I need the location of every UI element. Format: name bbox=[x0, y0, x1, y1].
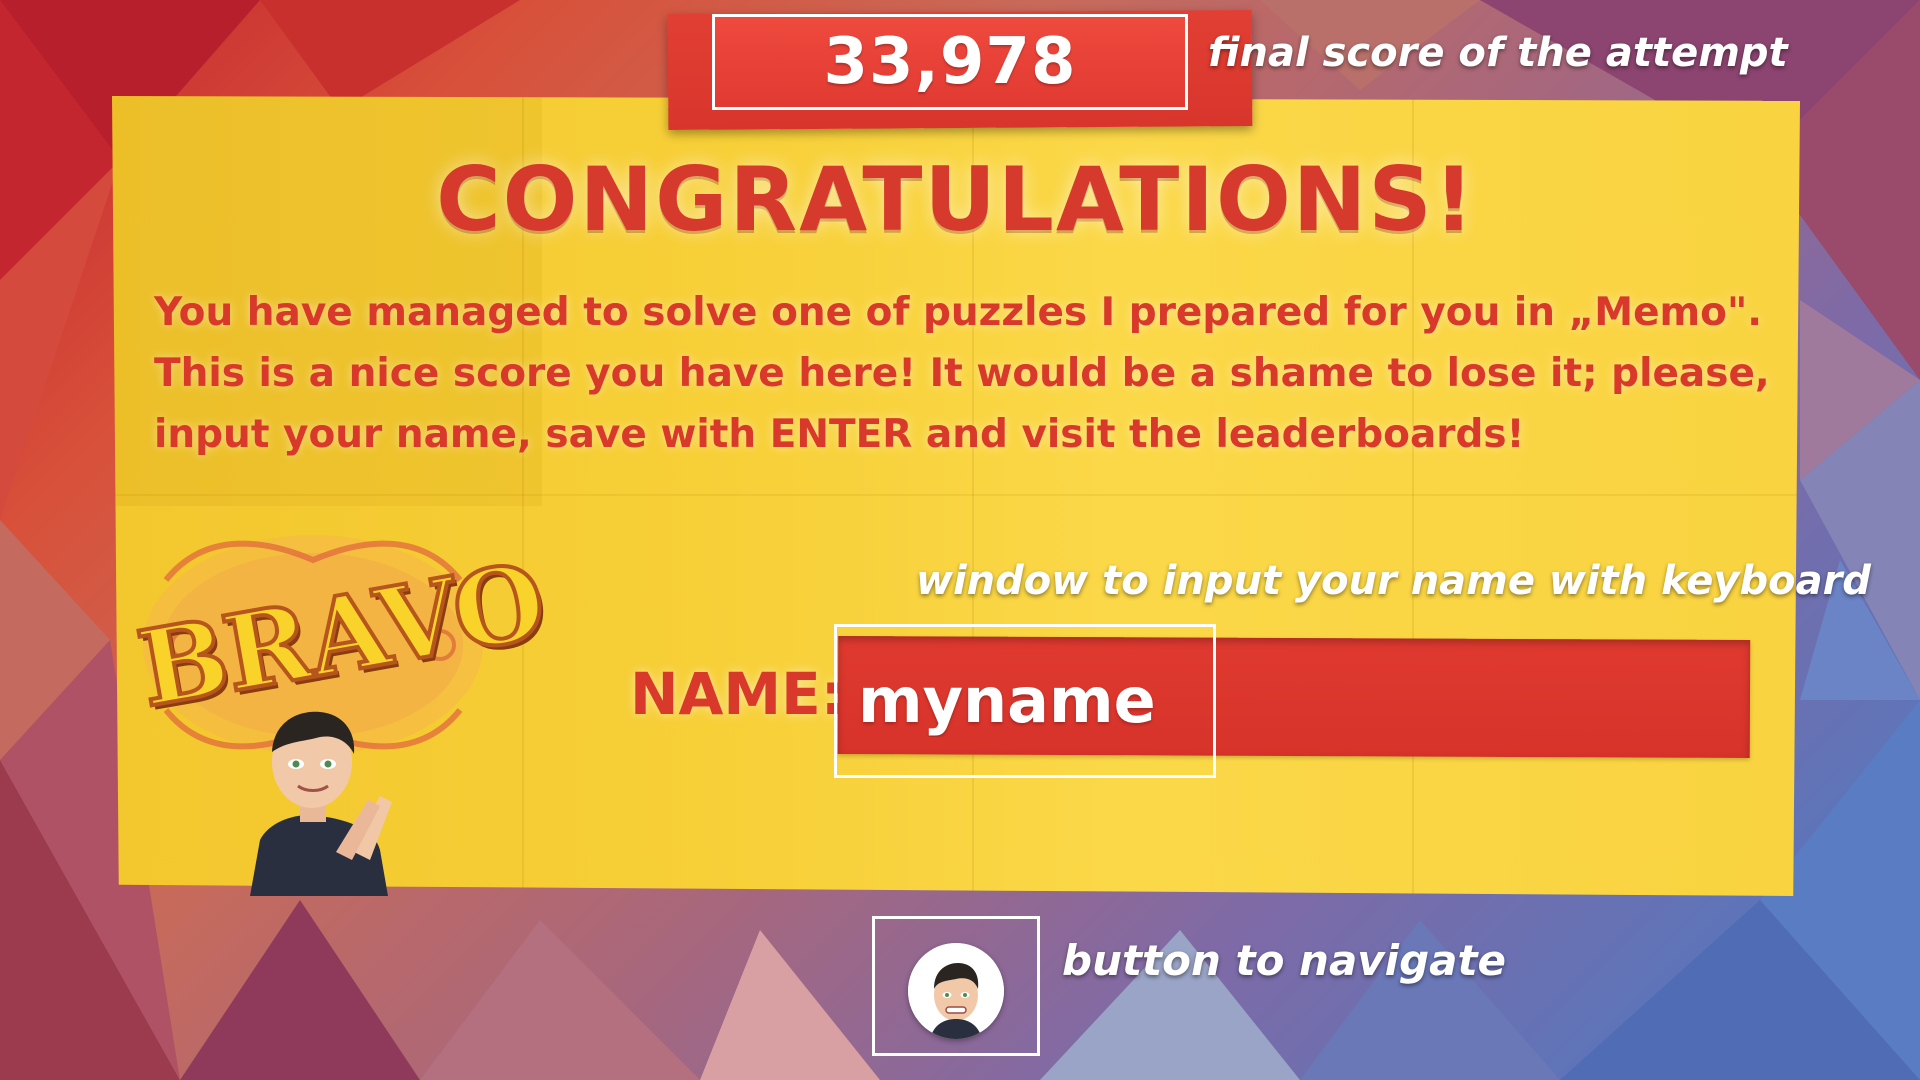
avatar-icon[interactable] bbox=[908, 943, 1004, 1039]
congratulations-message: You have managed to solve one of puzzles… bbox=[154, 282, 1774, 465]
navigate-button-annotation: button to navigate bbox=[1062, 936, 1507, 985]
clapping-avatar-icon bbox=[250, 711, 392, 896]
paper-fold-line bbox=[112, 494, 1800, 496]
message-line: This is a nice score you have here! It w… bbox=[154, 351, 1770, 396]
message-line: input your name, save with ENTER and vis… bbox=[154, 412, 1525, 457]
page-title: CONGRATULATIONS! bbox=[436, 148, 1476, 251]
final-score-value: 33,978 bbox=[823, 25, 1077, 99]
name-input-annotation: window to input your name with keyboard bbox=[916, 558, 1871, 604]
game-screen: 33,978 final score of the attempt CONGRA… bbox=[0, 0, 1920, 1080]
score-annotation: final score of the attempt bbox=[1208, 30, 1788, 76]
final-score-box: 33,978 bbox=[712, 14, 1188, 110]
name-label: NAME: bbox=[630, 660, 844, 728]
message-line: You have managed to solve one of puzzles… bbox=[154, 290, 1763, 335]
name-input-highlight-frame bbox=[834, 624, 1216, 778]
